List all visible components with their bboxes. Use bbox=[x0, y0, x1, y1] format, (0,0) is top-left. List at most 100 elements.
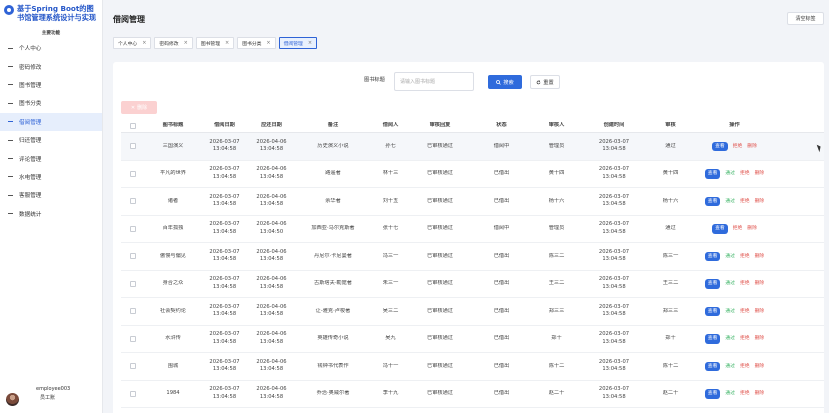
approve-button[interactable]: 通过 bbox=[725, 308, 735, 316]
tag-tab[interactable]: 图书分类 × bbox=[237, 37, 276, 49]
due-time: 13:04:50 bbox=[259, 228, 284, 235]
table-row[interactable]: 百年孤独 2026-03-07 13:04:58 2026-04-06 13:04:50… bbox=[121, 216, 824, 243]
sidebar-item[interactable]: 个人中心 bbox=[0, 39, 102, 57]
approve-button[interactable]: 通过 bbox=[725, 170, 735, 178]
reject-button[interactable]: 拒绝 bbox=[740, 170, 750, 178]
tag-tab[interactable]: 借阅管理 × bbox=[278, 37, 318, 49]
reject-button[interactable]: 拒绝 bbox=[740, 335, 750, 343]
view-button[interactable]: 查看 bbox=[712, 224, 728, 234]
table-row[interactable]: 三国演义 2026-03-07 13:04:58 2026-04-06 13:04:58… bbox=[121, 133, 824, 161]
reset-button[interactable]: 重置 bbox=[530, 75, 560, 89]
status-cell: 已借出 bbox=[493, 280, 510, 286]
delete-button[interactable]: 删除 bbox=[755, 253, 765, 261]
row-checkbox[interactable] bbox=[130, 390, 136, 397]
search-button[interactable]: 搜索 bbox=[488, 75, 522, 89]
reject-button[interactable]: 拒绝 bbox=[740, 308, 750, 316]
created-time: 13:04:58 bbox=[602, 311, 626, 318]
sidebar-item[interactable]: 归还管理 bbox=[0, 131, 102, 149]
tag-tab[interactable]: 密码修改 × bbox=[154, 37, 193, 49]
sidebar-item[interactable]: 图书分类 bbox=[0, 94, 102, 112]
table-row[interactable]: 水浒传 2026-03-07 13:04:58 2026-04-06 13:04:58 英… bbox=[121, 326, 824, 353]
reject-button[interactable]: 拒绝 bbox=[740, 363, 750, 371]
table-row[interactable]: 社会契约论 2026-03-07 13:04:58 2026-04-06 13:04:5… bbox=[121, 298, 824, 326]
table-row[interactable]: 身合之众 2026-03-07 13:04:58 2026-04-06 13:04:58… bbox=[121, 271, 824, 298]
close-icon[interactable]: × bbox=[142, 40, 146, 46]
review-cell: 陈三一 bbox=[662, 252, 679, 259]
search-input[interactable]: 请输入图书标题 bbox=[394, 72, 474, 91]
close-icon[interactable]: × bbox=[308, 40, 312, 46]
sidebar-item[interactable]: 密码修改 bbox=[0, 57, 102, 75]
approve-button[interactable]: 通过 bbox=[725, 363, 735, 371]
sidebar-item-label: 水电管理 bbox=[19, 174, 42, 181]
view-button[interactable]: 查看 bbox=[704, 306, 721, 316]
view-button[interactable]: 查看 bbox=[704, 196, 721, 206]
delete-button[interactable]: 删除 bbox=[755, 198, 765, 206]
select-all-checkbox[interactable] bbox=[130, 122, 136, 129]
table-row[interactable]: 傲慢与偏见 2026-03-07 13:04:58 2026-04-06 13:04:5… bbox=[121, 243, 824, 271]
reject-button[interactable]: 拒绝 bbox=[733, 225, 743, 233]
approve-button[interactable]: 通过 bbox=[725, 280, 735, 288]
delete-button[interactable]: 删除 bbox=[747, 143, 757, 151]
column-header: 备注 bbox=[327, 121, 339, 128]
view-button[interactable]: 查看 bbox=[704, 279, 721, 289]
sidebar-item[interactable]: 评论管理 bbox=[0, 149, 102, 167]
approve-button[interactable]: 通过 bbox=[725, 253, 735, 261]
due-date-cell: 2026-04-06 13:04:58 bbox=[248, 166, 295, 181]
reject-button[interactable]: 拒绝 bbox=[740, 253, 750, 261]
close-icon[interactable]: × bbox=[184, 40, 188, 46]
row-checkbox[interactable] bbox=[130, 170, 136, 177]
reject-button[interactable]: 拒绝 bbox=[740, 198, 750, 206]
delete-button[interactable]: 删除 bbox=[755, 308, 765, 316]
row-checkbox[interactable] bbox=[130, 143, 136, 150]
row-checkbox[interactable] bbox=[130, 335, 136, 342]
delete-button[interactable]: 删除 bbox=[755, 390, 765, 398]
clear-tabs-button[interactable]: 清空标签 bbox=[787, 12, 824, 25]
tag-tab[interactable]: 图书管理 × bbox=[195, 37, 235, 49]
due-date-cell: 2026-04-06 13:04:50 bbox=[248, 221, 295, 236]
view-button[interactable]: 查看 bbox=[704, 169, 721, 179]
sidebar-item[interactable]: 客服管理 bbox=[0, 186, 102, 204]
reject-button[interactable]: 拒绝 bbox=[740, 390, 750, 398]
row-checkbox[interactable] bbox=[130, 225, 136, 232]
sidebar-item[interactable]: 水电管理 bbox=[0, 168, 102, 186]
view-button[interactable]: 查看 bbox=[704, 361, 721, 371]
delete-button[interactable]: 删除 bbox=[755, 170, 765, 178]
created-cell: 2026-03-07 13:04:58 bbox=[580, 359, 648, 374]
row-checkbox[interactable] bbox=[130, 280, 136, 287]
reject-button[interactable]: 拒绝 bbox=[733, 143, 743, 151]
batch-delete-button[interactable]: ✕ 删除 bbox=[121, 101, 157, 114]
view-button[interactable]: 查看 bbox=[704, 334, 721, 344]
reject-button[interactable]: 拒绝 bbox=[740, 280, 750, 288]
delete-button[interactable]: 删除 bbox=[755, 280, 765, 288]
sidebar-item[interactable]: 借阅管理 bbox=[0, 112, 102, 131]
view-button[interactable]: 查看 bbox=[704, 251, 721, 261]
table-row[interactable]: 诸者 2026-03-07 13:04:58 2026-04-06 13:04:58 余华… bbox=[121, 188, 824, 216]
tag-tab[interactable]: 个人中心 × bbox=[113, 37, 152, 49]
delete-button[interactable]: 删除 bbox=[755, 363, 765, 371]
approve-button[interactable]: 通过 bbox=[725, 198, 735, 206]
view-button[interactable]: 查看 bbox=[704, 389, 721, 399]
delete-button[interactable]: 删除 bbox=[755, 335, 765, 343]
sidebar-item-label: 客服管理 bbox=[19, 193, 42, 200]
table-row[interactable]: 围城 2026-03-07 13:04:58 2026-04-06 13:04:58 钱钟… bbox=[121, 353, 824, 381]
close-icon[interactable]: × bbox=[225, 40, 229, 46]
table-row[interactable]: 1984 2026-03-07 13:04:58 2026-04-06 13:04:58… bbox=[121, 381, 824, 408]
approve-button[interactable]: 通过 bbox=[725, 390, 735, 398]
approve-button[interactable]: 通过 bbox=[725, 335, 735, 343]
delete-button[interactable]: 删除 bbox=[747, 225, 757, 233]
row-checkbox[interactable] bbox=[130, 198, 136, 205]
table-row[interactable]: 平凡的世界 2026-03-07 13:04:58 2026-04-06 13:04:5… bbox=[121, 161, 824, 188]
sidebar-item-label: 个人中心 bbox=[19, 46, 42, 53]
close-icon[interactable]: × bbox=[266, 40, 270, 46]
row-checkbox[interactable] bbox=[130, 363, 136, 370]
row-checkbox[interactable] bbox=[130, 308, 136, 315]
sidebar-item-label: 密码修改 bbox=[19, 64, 42, 71]
sidebar-item[interactable]: 数据统计 bbox=[0, 205, 102, 223]
column-header: 应还日期 bbox=[261, 121, 282, 128]
view-button[interactable]: 查看 bbox=[712, 141, 728, 151]
note-cell: 钱钟书代表作 bbox=[317, 362, 349, 369]
row-checkbox[interactable] bbox=[130, 253, 136, 260]
sidebar-item[interactable]: 图书管理 bbox=[0, 76, 102, 94]
user-box[interactable]: employee003 员工账 bbox=[0, 383, 103, 413]
avatar[interactable] bbox=[6, 393, 19, 406]
